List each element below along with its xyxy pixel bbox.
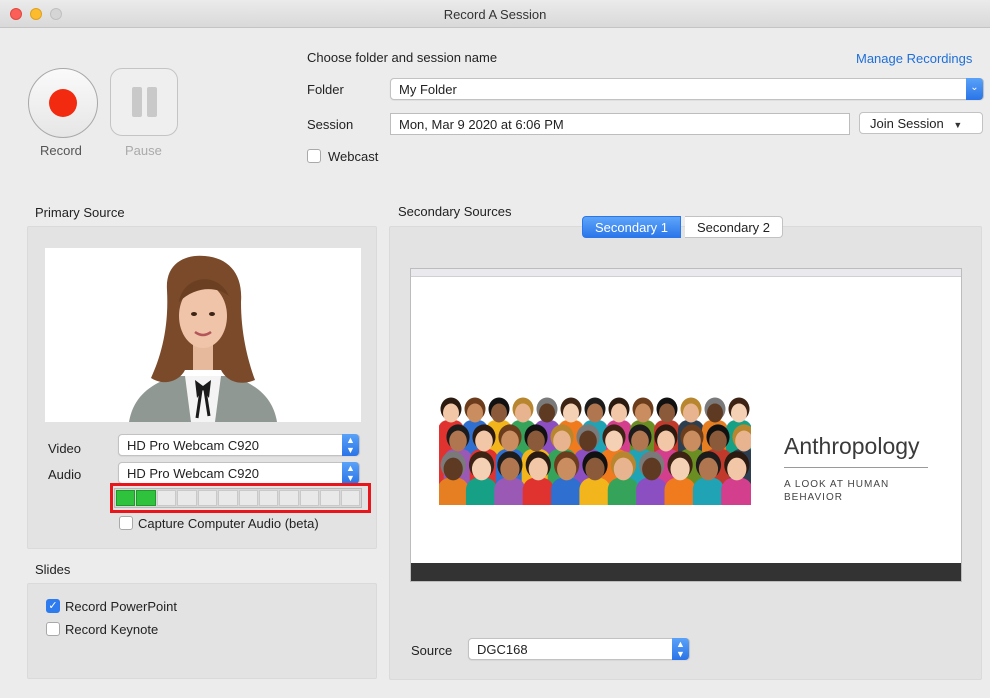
slide-title: Anthropology: [784, 433, 920, 459]
tab-secondary-2[interactable]: Secondary 2: [685, 216, 783, 238]
dropdown-arrow-icon: ▼: [953, 120, 963, 130]
video-label: Video: [48, 441, 82, 456]
captured-taskbar: [411, 563, 961, 581]
record-powerpoint-label: Record PowerPoint: [65, 599, 177, 614]
secondary-sources-heading: Secondary Sources: [398, 204, 512, 219]
video-source-select[interactable]: HD Pro Webcam C920 ▲ ▼: [118, 434, 360, 456]
record-icon: [49, 89, 77, 117]
record-powerpoint-checkbox[interactable]: ✓: [46, 599, 60, 613]
folder-label: Folder: [307, 82, 344, 97]
audio-label: Audio: [48, 467, 82, 482]
pause-button[interactable]: [110, 68, 178, 136]
session-name-input[interactable]: Mon, Mar 9 2020 at 6:06 PM: [390, 113, 850, 135]
title-bar: Record A Session: [0, 0, 990, 28]
slides-heading: Slides: [35, 562, 71, 577]
tab-secondary-1[interactable]: Secondary 1: [582, 216, 681, 238]
webcast-label: Webcast: [328, 149, 379, 164]
diverse-people-illustration: [439, 397, 751, 505]
record-keynote-label: Record Keynote: [65, 622, 159, 637]
video-source-value: HD Pro Webcam C920: [127, 438, 259, 453]
capture-computer-audio-checkbox[interactable]: [119, 516, 133, 530]
secondary-source-preview: Anthropology A LOOK AT HUMAN BEHAVIOR: [410, 268, 962, 582]
session-setup-heading: Choose folder and session name: [307, 50, 498, 65]
audio-source-value: HD Pro Webcam C920: [127, 466, 259, 481]
updown-arrows-icon: ▲ ▼: [342, 434, 359, 456]
source-label: Source: [411, 643, 453, 658]
slide-subtitle: A LOOK AT HUMAN BEHAVIOR: [784, 478, 889, 504]
captured-menu-bar: [411, 269, 961, 277]
manage-recordings-link[interactable]: Manage Recordings: [856, 51, 972, 66]
primary-source-heading: Primary Source: [35, 205, 125, 220]
pause-icon: [111, 69, 177, 135]
folder-value: My Folder: [399, 82, 457, 97]
updown-arrows-icon: ▲ ▼: [672, 638, 689, 660]
join-session-label: Join Session: [870, 116, 944, 131]
record-button[interactable]: [28, 68, 98, 138]
secondary-source-select[interactable]: DGC168 ▲ ▼: [468, 638, 690, 660]
session-label: Session: [307, 117, 354, 132]
join-session-button[interactable]: Join Session ▼: [859, 112, 983, 134]
updown-arrows-icon: ▲ ▼: [342, 462, 359, 484]
pause-label: Pause: [125, 143, 162, 158]
slide-subtitle-line-1: A LOOK AT HUMAN: [784, 479, 890, 490]
record-keynote-checkbox[interactable]: [46, 622, 60, 636]
presenter-video-image: [45, 248, 361, 422]
secondary-source-value: DGC168: [477, 642, 528, 657]
audio-meter-highlight: [110, 483, 371, 513]
webcam-preview: [45, 248, 361, 422]
slide-subtitle-line-2: BEHAVIOR: [784, 492, 843, 503]
webcast-checkbox[interactable]: [307, 149, 321, 163]
slide-title-divider: [784, 467, 928, 468]
folder-select[interactable]: My Folder ⌄: [390, 78, 984, 100]
checkmark-icon: ✓: [48, 600, 58, 612]
capture-computer-audio-label: Capture Computer Audio (beta): [138, 516, 319, 531]
record-label: Record: [40, 143, 82, 158]
window-title: Record A Session: [443, 7, 547, 22]
chevron-down-icon: ⌄: [966, 78, 983, 100]
audio-source-select[interactable]: HD Pro Webcam C920 ▲ ▼: [118, 462, 360, 484]
